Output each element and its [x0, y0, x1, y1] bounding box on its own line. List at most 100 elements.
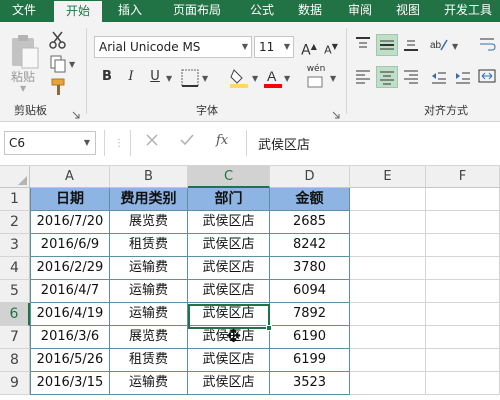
table-cell[interactable]: 运输费: [110, 280, 188, 303]
row-header-5[interactable]: 5: [0, 280, 30, 303]
font-name-combo[interactable]: Arial Unicode MS ▼: [94, 36, 252, 58]
table-cell[interactable]: 2016/3/15: [30, 372, 110, 395]
empty-cell[interactable]: [426, 349, 500, 372]
select-all-button[interactable]: [0, 166, 30, 188]
table-cell[interactable]: 2016/2/29: [30, 257, 110, 280]
empty-cell[interactable]: [426, 280, 500, 303]
table-cell[interactable]: 展览费: [110, 326, 188, 349]
empty-cell[interactable]: [350, 326, 426, 349]
empty-cell[interactable]: [350, 211, 426, 234]
empty-cell[interactable]: [350, 372, 426, 395]
font-color-dropdown-icon[interactable]: ▼: [284, 74, 290, 83]
wrap-text-button[interactable]: [476, 34, 498, 56]
empty-cell[interactable]: [426, 211, 500, 234]
increase-font-size-button[interactable]: A▲: [298, 36, 320, 59]
copy-dropdown-icon[interactable]: ▼: [69, 60, 75, 69]
table-cell[interactable]: 6094: [270, 280, 350, 303]
table-cell[interactable]: 武侯区店: [188, 257, 270, 280]
table-cell[interactable]: 6190: [270, 326, 350, 349]
clipboard-launcher-icon[interactable]: [72, 104, 80, 119]
table-cell[interactable]: 2016/4/19: [30, 303, 110, 326]
table-cell[interactable]: 7892: [270, 303, 350, 326]
row-header-2[interactable]: 2: [0, 211, 30, 234]
fill-color-button[interactable]: [228, 66, 250, 88]
decrease-indent-button[interactable]: [428, 66, 450, 88]
formula-input[interactable]: 武侯区店: [258, 134, 310, 153]
row-header-1[interactable]: 1: [0, 188, 30, 211]
empty-cell[interactable]: [350, 303, 426, 326]
table-cell[interactable]: 8242: [270, 234, 350, 257]
name-box[interactable]: C6 ▼: [4, 131, 96, 155]
table-header-cell[interactable]: 金额: [270, 188, 350, 211]
tab-developer[interactable]: 开发工具: [436, 0, 500, 22]
orientation-dropdown-icon[interactable]: ▼: [452, 42, 458, 51]
table-cell[interactable]: 武侯区店: [188, 234, 270, 257]
row-header-3[interactable]: 3: [0, 234, 30, 257]
tab-view[interactable]: 视图: [386, 0, 430, 22]
fill-color-dropdown-icon[interactable]: ▼: [252, 74, 258, 83]
empty-cell[interactable]: [426, 303, 500, 326]
table-cell[interactable]: 武侯区店: [188, 372, 270, 395]
empty-cell[interactable]: [350, 349, 426, 372]
align-middle-button[interactable]: [376, 34, 398, 56]
cut-button[interactable]: [48, 30, 68, 50]
table-header-cell[interactable]: 费用类别: [110, 188, 188, 211]
font-color-button[interactable]: A: [262, 66, 284, 88]
tab-insert[interactable]: 插入: [108, 0, 152, 22]
row-header-6[interactable]: 6: [0, 303, 30, 326]
borders-button[interactable]: [180, 68, 200, 88]
align-left-button[interactable]: [352, 66, 374, 88]
empty-cell[interactable]: [350, 188, 426, 211]
tab-file[interactable]: 文件: [0, 0, 48, 22]
align-right-button[interactable]: [400, 66, 422, 88]
table-cell[interactable]: 武侯区店: [188, 280, 270, 303]
table-cell[interactable]: 运输费: [110, 372, 188, 395]
italic-button[interactable]: I: [120, 66, 142, 88]
row-header-4[interactable]: 4: [0, 257, 30, 280]
column-header-b[interactable]: B: [110, 166, 188, 188]
table-header-cell[interactable]: 日期: [30, 188, 110, 211]
table-cell[interactable]: 2016/6/9: [30, 234, 110, 257]
tab-data[interactable]: 数据: [288, 0, 332, 22]
column-header-c[interactable]: C: [188, 166, 270, 188]
column-header-d[interactable]: D: [270, 166, 350, 188]
table-cell[interactable]: 2016/7/20: [30, 211, 110, 234]
row-header-8[interactable]: 8: [0, 349, 30, 372]
column-header-e[interactable]: E: [350, 166, 426, 188]
font-size-combo[interactable]: 11 ▼: [254, 36, 294, 58]
tab-home[interactable]: 开始: [54, 1, 102, 22]
copy-button[interactable]: [48, 54, 68, 74]
align-bottom-button[interactable]: [400, 34, 422, 56]
decrease-font-size-button[interactable]: A▼: [320, 36, 342, 58]
table-cell[interactable]: 3523: [270, 372, 350, 395]
tab-page-layout[interactable]: 页面布局: [158, 0, 236, 22]
table-cell[interactable]: 2016/4/7: [30, 280, 110, 303]
insert-function-button[interactable]: fx: [216, 133, 228, 148]
table-cell[interactable]: 展览费: [110, 211, 188, 234]
tab-review[interactable]: 审阅: [338, 0, 382, 22]
increase-indent-button[interactable]: [452, 66, 474, 88]
orientation-button[interactable]: ab: [428, 34, 450, 56]
column-header-f[interactable]: F: [426, 166, 500, 188]
row-header-7[interactable]: 7: [0, 326, 30, 349]
table-cell[interactable]: 武侯区店: [188, 349, 270, 372]
row-header-9[interactable]: 9: [0, 372, 30, 395]
fill-handle[interactable]: [266, 325, 272, 331]
table-cell[interactable]: 运输费: [110, 303, 188, 326]
bold-button[interactable]: B: [96, 66, 118, 88]
table-cell[interactable]: 武侯区店: [188, 211, 270, 234]
cancel-entry-button[interactable]: [146, 134, 158, 150]
font-launcher-icon[interactable]: [332, 104, 340, 119]
formula-bar-menu-icon[interactable]: ⋮: [114, 138, 124, 149]
tab-formulas[interactable]: 公式: [240, 0, 284, 22]
align-top-button[interactable]: [352, 34, 374, 56]
phonetic-dropdown-icon[interactable]: ▼: [330, 74, 336, 83]
format-painter-button[interactable]: [48, 77, 68, 97]
empty-cell[interactable]: [426, 372, 500, 395]
empty-cell[interactable]: [426, 188, 500, 211]
underline-dropdown-icon[interactable]: ▼: [166, 74, 172, 83]
table-cell[interactable]: 2016/3/6: [30, 326, 110, 349]
confirm-entry-button[interactable]: [180, 134, 194, 150]
paste-dropdown-icon[interactable]: ▼: [20, 84, 26, 93]
align-center-button[interactable]: [376, 66, 398, 88]
